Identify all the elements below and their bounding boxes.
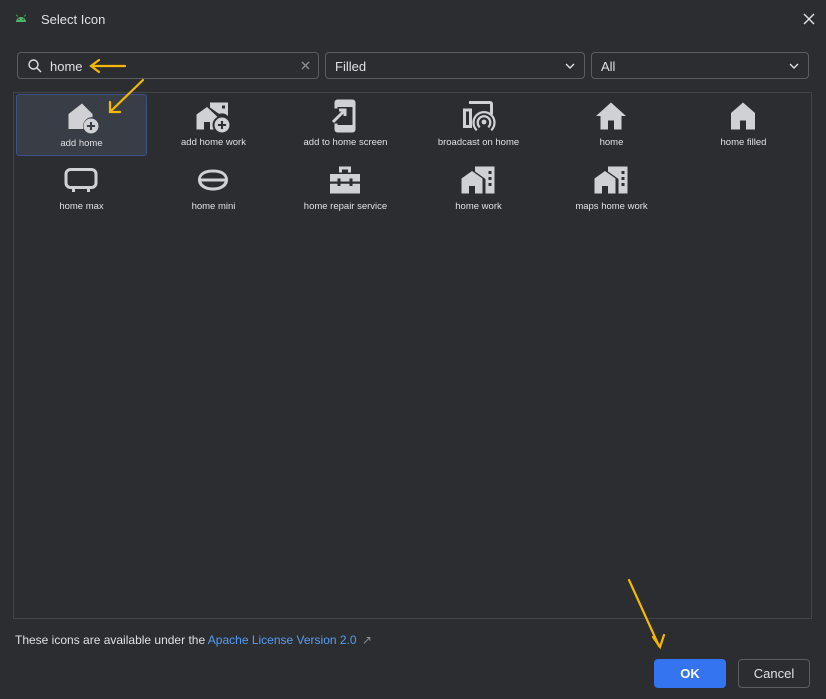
- search-icon: [28, 59, 42, 73]
- home-mini-icon: [198, 169, 228, 191]
- close-icon[interactable]: [800, 10, 818, 28]
- search-input[interactable]: [50, 56, 290, 76]
- window-title: Select Icon: [41, 12, 106, 27]
- search-field[interactable]: [17, 52, 319, 79]
- icon-label: maps home work: [575, 201, 648, 212]
- broadcast-on-home-icon: [463, 101, 496, 132]
- icon-label: home repair service: [303, 201, 388, 212]
- license-link[interactable]: Apache License Version 2.0: [208, 633, 357, 647]
- icon-label: home max: [59, 201, 104, 212]
- home-filled-icon: [731, 102, 755, 130]
- clear-search-icon[interactable]: [298, 58, 313, 73]
- chevron-down-icon: [565, 63, 575, 69]
- icon-grid: add home add home work add to home scree…: [13, 92, 812, 619]
- cancel-button[interactable]: Cancel: [738, 659, 810, 688]
- add-to-home-screen-icon: [331, 99, 356, 133]
- license-notice: These icons are available under the Apac…: [15, 633, 372, 647]
- icon-cell-add-home-work[interactable]: add home work: [148, 94, 279, 156]
- icon-cell-home-mini[interactable]: home mini: [148, 158, 279, 220]
- icon-label: home: [599, 137, 624, 148]
- external-link-icon: ↗: [361, 633, 372, 647]
- icon-cell-home-max[interactable]: home max: [16, 158, 147, 220]
- category-dropdown-value: All: [601, 59, 616, 74]
- maps-home-work-icon: [594, 166, 628, 194]
- icon-cell-maps-home-work[interactable]: maps home work: [546, 158, 677, 220]
- chevron-down-icon: [789, 63, 799, 69]
- ok-button[interactable]: OK: [654, 659, 726, 688]
- style-dropdown-value: Filled: [335, 59, 367, 74]
- category-dropdown[interactable]: All: [591, 52, 809, 79]
- home-repair-service-icon: [330, 166, 360, 194]
- icon-cell-add-home[interactable]: add home: [16, 94, 147, 156]
- title-bar: Select Icon: [0, 0, 826, 40]
- home-max-icon: [64, 168, 98, 192]
- icon-cell-home-repair-service[interactable]: home repair service: [280, 158, 411, 220]
- home-icon: [596, 102, 626, 130]
- icon-label: add home work: [181, 137, 246, 148]
- add-home-icon: [68, 103, 99, 134]
- style-dropdown[interactable]: Filled: [325, 52, 585, 79]
- icon-cell-broadcast-on-home[interactable]: broadcast on home: [413, 94, 544, 156]
- home-work-icon: [461, 166, 495, 194]
- icon-label: broadcast on home: [437, 137, 520, 148]
- icon-cell-home-filled[interactable]: home filled: [678, 94, 809, 156]
- icon-label: home work: [455, 201, 502, 212]
- icon-cell-add-to-home-screen[interactable]: add to home screen: [280, 94, 411, 156]
- icon-label: add home: [60, 138, 103, 149]
- icon-cell-home-work[interactable]: home work: [413, 158, 544, 220]
- add-home-work-icon: [196, 102, 230, 133]
- icon-label: home filled: [720, 137, 767, 148]
- license-text: These icons are available under the: [15, 633, 206, 647]
- icon-label: home mini: [191, 201, 236, 212]
- icon-cell-home[interactable]: home: [546, 94, 677, 156]
- android-icon: [16, 14, 26, 22]
- icon-label: add to home screen: [303, 137, 388, 148]
